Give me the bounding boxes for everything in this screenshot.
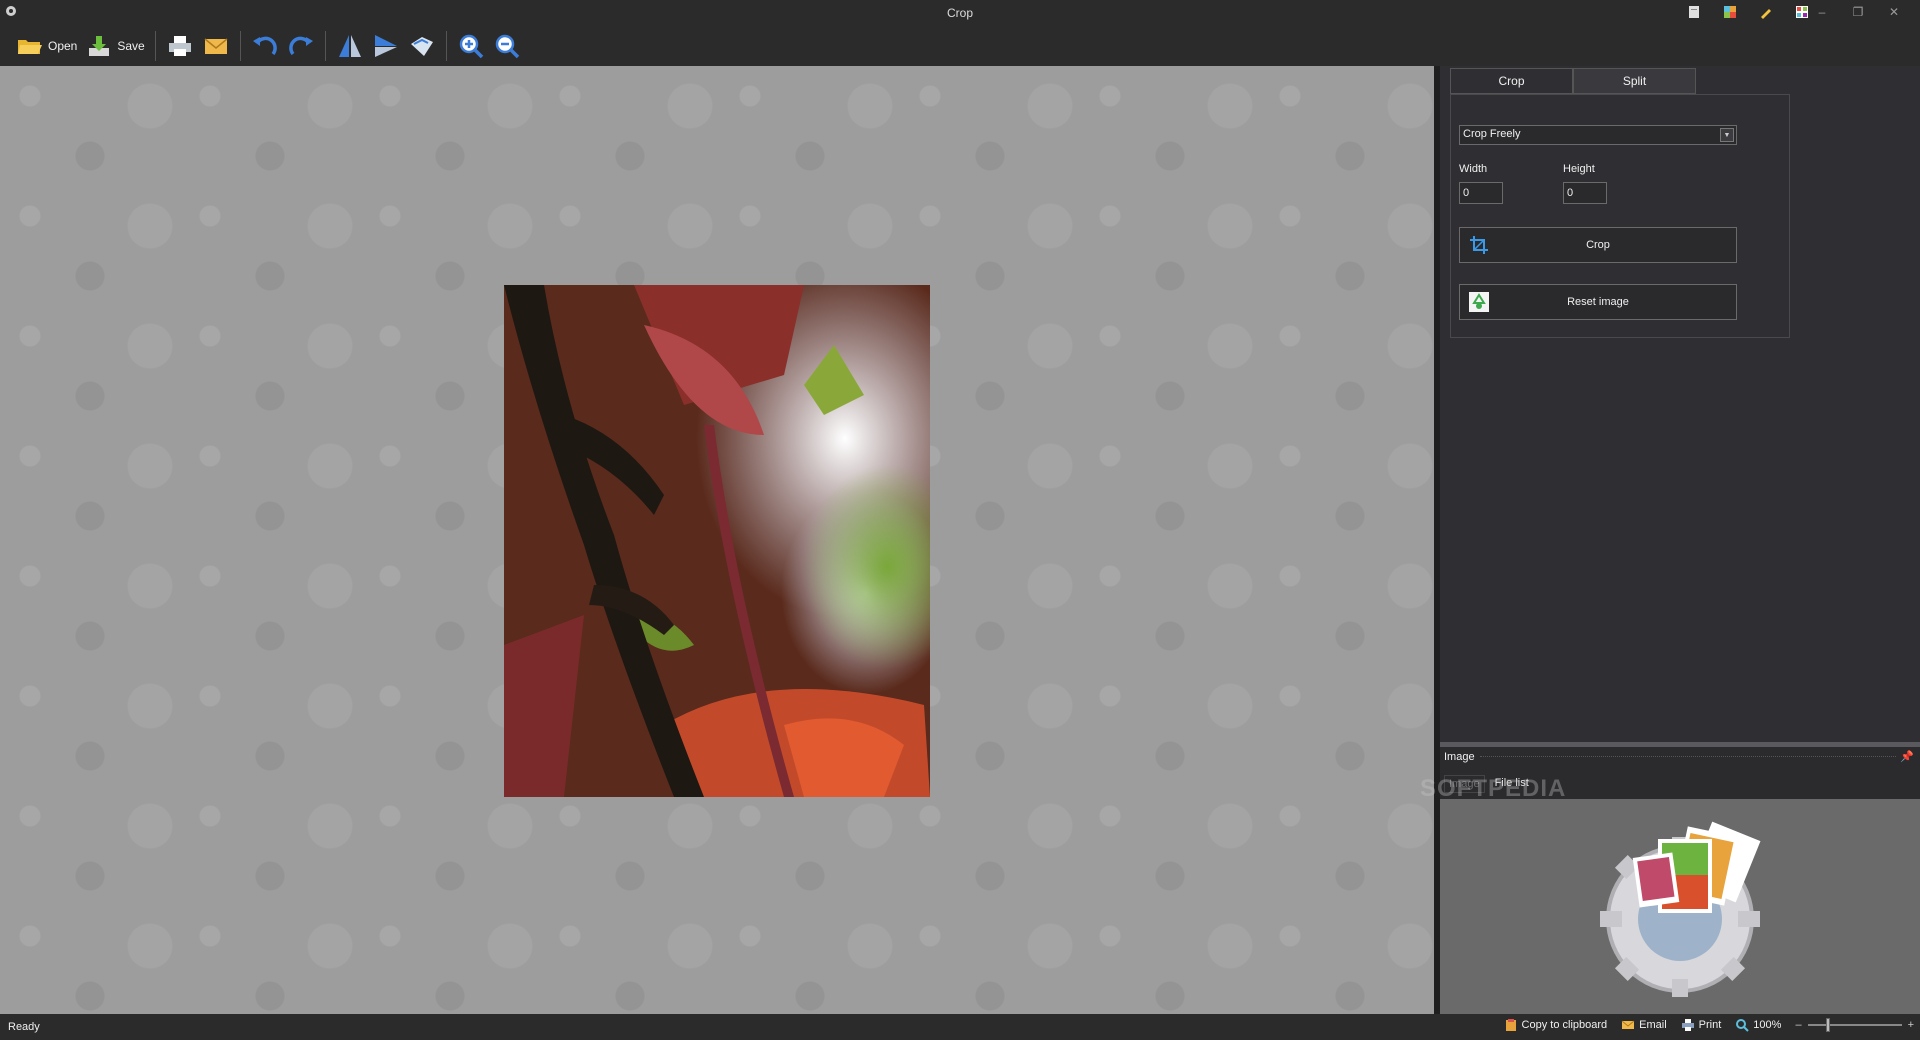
recycle-icon	[1469, 292, 1489, 312]
restore-icon[interactable]: ❐	[1840, 2, 1876, 22]
window-title: Crop	[946, 6, 973, 20]
tool-tabs: Crop Split	[1450, 68, 1696, 94]
crop-icon	[1469, 235, 1489, 255]
flip-horizontal-icon	[374, 35, 397, 57]
toolbar-separator	[154, 31, 156, 61]
status-email-button[interactable]: Email	[1621, 1018, 1667, 1032]
print-label: Print	[1698, 1019, 1722, 1031]
tools-panel: Crop Split Crop Freely ▼ Width Height Cr…	[1440, 66, 1920, 742]
rotate-right-button[interactable]	[283, 29, 319, 63]
zoom-plus-icon[interactable]: +	[1908, 1019, 1914, 1031]
toolbar-separator	[445, 31, 447, 61]
save-label: Save	[117, 39, 145, 53]
save-button[interactable]: Save	[81, 29, 148, 63]
rotate-right-icon	[288, 36, 313, 56]
title-bar: Crop – ❐ ✕	[0, 0, 1920, 26]
flip-horizontal-button[interactable]	[368, 29, 404, 63]
reset-image-button[interactable]: Reset image	[1459, 284, 1737, 320]
copy-to-clipboard-button[interactable]: Copy to clipboard	[1504, 1018, 1608, 1032]
minimize-icon[interactable]: –	[1804, 2, 1840, 22]
flip-vertical-icon	[338, 35, 361, 57]
zoom-out-button[interactable]	[489, 29, 525, 63]
close-icon[interactable]: ✕	[1876, 2, 1912, 22]
chevron-down-icon[interactable]: ▼	[1720, 128, 1734, 142]
folder-open-icon	[18, 40, 42, 54]
email-button[interactable]	[198, 29, 234, 63]
window-controls: – ❐ ✕	[1804, 2, 1912, 22]
pin-icon[interactable]: 📌	[1900, 750, 1914, 763]
title-tools	[1686, 4, 1810, 20]
toolbar-separator	[324, 31, 326, 61]
flip-vertical-button[interactable]	[332, 29, 368, 63]
status-actions: Copy to clipboard Email Print 100% – +	[1504, 1018, 1914, 1032]
dock-content	[1440, 799, 1920, 1014]
save-download-icon	[89, 36, 110, 56]
toolbar-separator	[239, 31, 241, 61]
app-logo-gear-photos	[1600, 821, 1761, 997]
status-bar: Ready Copy to clipboard Email Print 100%…	[0, 1014, 1920, 1040]
zoom-in-button[interactable]	[453, 29, 489, 63]
softpedia-watermark: SOFTPEDIA	[1420, 775, 1567, 802]
image-canvas[interactable]	[0, 66, 1434, 1014]
zoom-indicator[interactable]: 100%	[1735, 1018, 1781, 1032]
zoom-out-icon	[495, 34, 519, 59]
dock-title: Image	[1444, 751, 1475, 763]
zoom-slider-track[interactable]	[1807, 1018, 1902, 1032]
zoom-slider-thumb[interactable]	[1825, 1018, 1830, 1032]
copy-label: Copy to clipboard	[1521, 1019, 1608, 1031]
zoom-minus-icon[interactable]: –	[1795, 1019, 1801, 1031]
print-button[interactable]	[162, 29, 198, 63]
height-field[interactable]	[1563, 182, 1607, 204]
zoom-slider[interactable]: – +	[1795, 1018, 1914, 1032]
dock-grip[interactable]	[1480, 756, 1896, 758]
crop-button-label: Crop	[1586, 239, 1610, 251]
zoom-value: 100%	[1753, 1019, 1782, 1031]
crop-button[interactable]: Crop	[1459, 227, 1737, 263]
magnifier-icon	[1736, 1019, 1750, 1032]
tab-split[interactable]: Split	[1573, 68, 1696, 94]
crop-tool-button[interactable]	[404, 29, 440, 63]
main-toolbar: Open Save	[0, 26, 1920, 66]
zoom-in-icon	[459, 34, 483, 59]
printer-icon	[168, 36, 191, 56]
dock-header: Image 📌	[1440, 747, 1920, 767]
width-field[interactable]	[1459, 182, 1503, 204]
rotate-left-button[interactable]	[247, 29, 283, 63]
document-icon[interactable]	[1686, 4, 1702, 20]
printer-icon	[1681, 1019, 1694, 1031]
height-label: Height	[1563, 163, 1595, 175]
envelope-icon	[204, 38, 228, 54]
crop-mode-select[interactable]: Crop Freely ▼	[1459, 125, 1737, 145]
open-button[interactable]: Open	[12, 29, 81, 63]
photo-leaves-branch[interactable]	[504, 285, 930, 797]
width-label: Width	[1459, 163, 1488, 175]
rotate-left-icon	[252, 36, 277, 56]
clipboard-icon	[1505, 1019, 1516, 1031]
crop-tool-icon	[410, 37, 433, 56]
envelope-icon	[1621, 1020, 1635, 1029]
open-label: Open	[48, 39, 78, 53]
status-text: Ready	[8, 1021, 40, 1033]
status-print-button[interactable]: Print	[1681, 1018, 1722, 1032]
tab-crop[interactable]: Crop	[1450, 68, 1573, 94]
reset-button-label: Reset image	[1567, 296, 1629, 308]
crop-mode-value: Crop Freely	[1463, 128, 1521, 140]
crop-options-group: Crop Freely ▼ Width Height Crop Reset im…	[1450, 94, 1790, 338]
palette-icon[interactable]	[1722, 4, 1738, 20]
pencil-icon[interactable]	[1758, 4, 1774, 20]
email-label: Email	[1639, 1019, 1667, 1031]
